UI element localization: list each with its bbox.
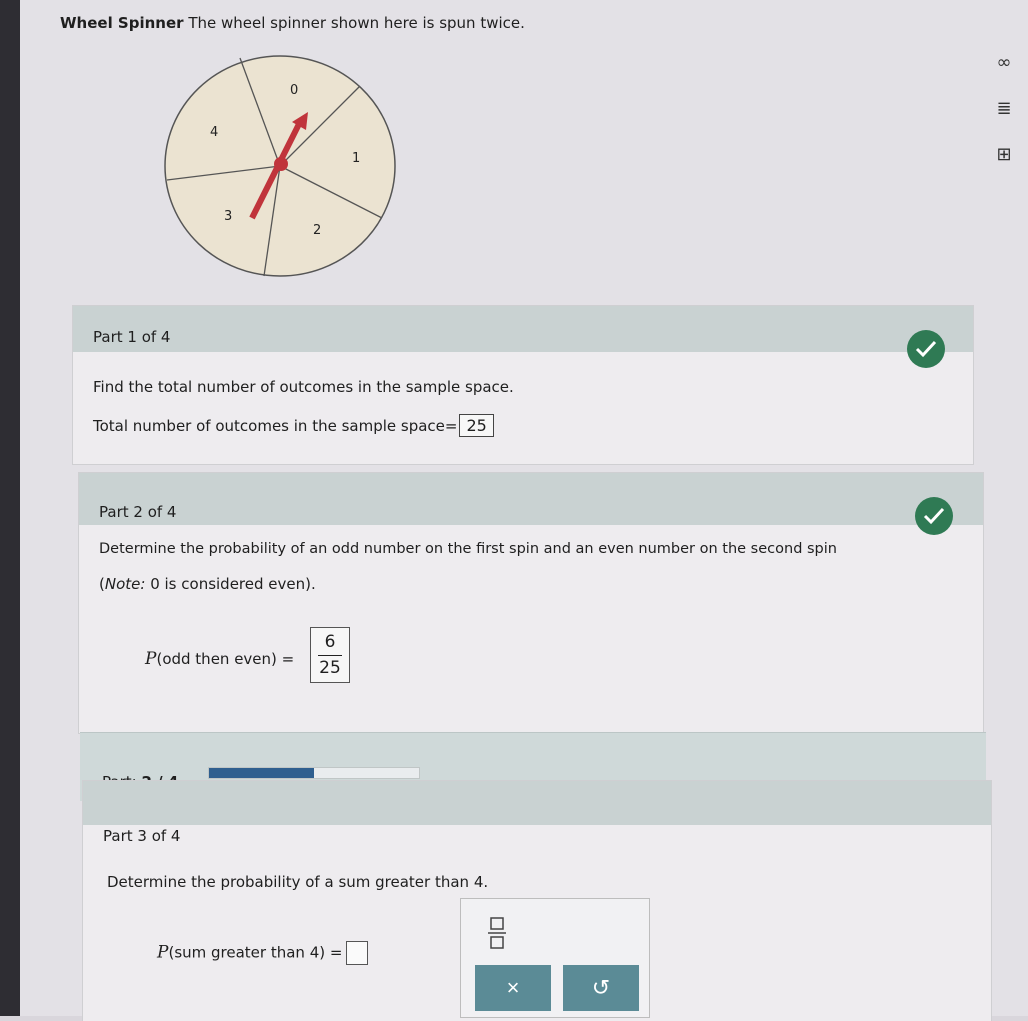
wheel-label-2: 2 (313, 223, 321, 238)
infinity-icon[interactable]: ∞ (992, 50, 1016, 74)
part2-header-text: Part 2 of 4 (99, 503, 177, 521)
p-argument: odd then even (162, 650, 272, 668)
fraction-icon[interactable] (483, 915, 511, 951)
part3-probability-expression: P(sum greater than 4) = (157, 941, 369, 965)
wheel-label-0: 0 (290, 83, 298, 98)
part1-question: Find the total number of outcomes in the… (93, 378, 514, 396)
calculator-icon[interactable]: ⊞ (992, 142, 1016, 166)
fraction-numerator: 6 (324, 632, 336, 652)
part3-question: Determine the probability of a sum great… (107, 873, 489, 891)
equals-sign: = (444, 417, 458, 435)
notes-icon[interactable]: ≣ (992, 96, 1016, 120)
part1-answer-box[interactable]: 25 (459, 414, 494, 437)
progress-fill (209, 768, 314, 778)
p-symbol: P (145, 649, 157, 669)
progress-track (208, 767, 420, 779)
part3-header: Part 3 of 4 (83, 781, 991, 845)
part1-answer-label: Total number of outcomes in the sample s… (93, 417, 445, 435)
part2-card: Part 2 of 4 Determine the probability of… (78, 472, 984, 734)
dark-left-edge (0, 0, 20, 1016)
problem-title: Wheel Spinner The wheel spinner shown he… (60, 14, 525, 32)
part1-answer-row: Total number of outcomes in the sample s… (93, 414, 494, 437)
part2-probability-expression: P(odd then even) = (145, 649, 295, 669)
fraction-bar (318, 655, 342, 656)
part3-answer-input[interactable] (346, 941, 369, 965)
wheel-label-4: 4 (210, 125, 218, 140)
part2-check-icon (915, 497, 953, 535)
part2-question: Determine the probability of an odd numb… (99, 541, 837, 557)
note-text: 0 is considered even). (150, 575, 316, 593)
undo-button[interactable]: ↺ (563, 965, 639, 1011)
wheel-label-1: 1 (352, 151, 360, 166)
p-argument: sum greater than 4 (174, 943, 320, 962)
problem-title-bold: Wheel Spinner (60, 14, 184, 32)
note-label: Note: (104, 575, 146, 593)
wheel-spinner: 0 1 2 3 4 (164, 55, 396, 277)
part2-header: Part 2 of 4 (79, 473, 983, 525)
part1-check-icon (907, 330, 945, 368)
part3-header-text: Part 3 of 4 (103, 827, 181, 845)
p-symbol: P (157, 942, 169, 963)
part2-note: (Note: 0 is considered even). (99, 575, 316, 593)
part2-answer-fraction[interactable]: 6 25 (310, 627, 350, 683)
part1-header: Part 1 of 4 (73, 306, 973, 352)
clear-button[interactable]: × (475, 965, 551, 1011)
spinner-hub (274, 157, 288, 171)
wheel-label-3: 3 (224, 209, 232, 224)
side-toolbar: ∞ ≣ ⊞ (992, 50, 1022, 188)
fraction-denominator: 25 (319, 658, 341, 678)
part1-header-text: Part 1 of 4 (93, 328, 171, 346)
part1-card: Part 1 of 4 Find the total number of out… (72, 305, 974, 465)
problem-title-text: The wheel spinner shown here is spun twi… (188, 14, 525, 32)
answer-tool-panel: × ↺ (460, 898, 650, 1018)
